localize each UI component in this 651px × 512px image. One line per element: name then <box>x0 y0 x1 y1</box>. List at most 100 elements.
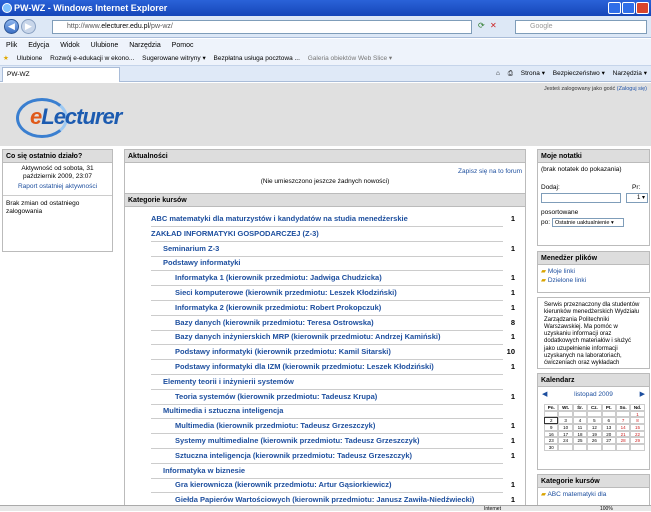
calendar-month[interactable]: listopad 2009 <box>538 391 649 398</box>
category-link[interactable]: Teoria systemów (kierownik przedmiotu: T… <box>175 390 377 404</box>
subscribe-link[interactable]: Zapisz się na to forum <box>458 168 522 175</box>
notes-sort-select[interactable]: Ostatnie uaktualnienie ▾ <box>552 218 624 227</box>
calendar-day[interactable]: 16 <box>544 430 559 438</box>
calendar-day[interactable]: 8 <box>630 417 645 425</box>
calendar-day[interactable]: 3 <box>558 417 573 425</box>
site-logo[interactable]: eLecturer <box>30 104 122 130</box>
category-row[interactable]: Elementy teorii i inżynierii systemów <box>125 375 525 390</box>
cmd-safety[interactable]: Bezpieczeństwo ▾ <box>553 70 605 77</box>
category-row[interactable]: Informatyka w biznesie <box>125 464 525 479</box>
category-link[interactable]: Gra kierownicza (kierownik przedmiotu: A… <box>175 478 391 492</box>
category-link[interactable]: Podstawy informatyki <box>163 256 241 270</box>
back-button[interactable]: ◀ <box>4 19 19 34</box>
category-row[interactable]: Bazy danych inżynierskich MRP (kierownik… <box>125 330 525 345</box>
calendar-day[interactable]: 29 <box>630 437 645 445</box>
notes-add-input[interactable] <box>541 193 621 203</box>
category-row[interactable]: Bazy danych (kierownik przedmiotu: Teres… <box>125 316 525 331</box>
status-zoom[interactable]: 100% <box>600 506 613 512</box>
calendar-day[interactable]: 25 <box>572 437 588 445</box>
cmd-tools[interactable]: Narzędzia ▾ <box>613 70 647 77</box>
category-link[interactable]: Informatyka w biznesie <box>163 464 245 478</box>
shared-links-item[interactable]: ▰ Dzielone linki <box>541 276 646 285</box>
my-links-item[interactable]: ▰ Moje linki <box>541 267 646 276</box>
print-icon[interactable]: ⎙ <box>508 70 513 77</box>
favorite-link-1[interactable]: Rozwój e-edukacji w ekono... <box>50 55 134 62</box>
calendar-day[interactable]: 13 <box>601 424 616 431</box>
search-input[interactable]: Google <box>515 20 647 34</box>
favorites-star-icon[interactable]: ★ <box>3 55 9 62</box>
calendar-day[interactable]: 17 <box>558 430 573 438</box>
category-link[interactable]: Sztuczna inteligencja (kierownik przedmi… <box>175 449 412 463</box>
category-row[interactable]: Gra kierownicza (kierownik przedmiotu: A… <box>125 478 525 493</box>
minimize-button[interactable] <box>608 2 621 14</box>
favorite-link-2[interactable]: Sugerowane witryny ▾ <box>142 55 206 62</box>
calendar-day[interactable]: 9 <box>544 424 559 431</box>
category-link[interactable]: Systemy multimedialne (kierownik przedmi… <box>175 434 420 448</box>
calendar-day[interactable]: 21 <box>615 430 631 438</box>
calendar-day[interactable]: 22 <box>630 430 645 438</box>
maximize-button[interactable] <box>622 2 635 14</box>
category-row[interactable]: Teoria systemów (kierownik przedmiotu: T… <box>125 390 525 405</box>
category-link[interactable]: Elementy teorii i inżynierii systemów <box>163 375 294 389</box>
category-row[interactable]: Informatyka 1 (kierownik przedmiotu: Jad… <box>125 271 525 286</box>
category-row[interactable]: Seminarium Z-3 1 <box>125 242 525 257</box>
category-row[interactable]: Podstawy informatyki <box>125 256 525 271</box>
calendar-day[interactable]: 12 <box>587 424 602 431</box>
category-row[interactable]: Sztuczna inteligencja (kierownik przedmi… <box>125 449 525 464</box>
forward-button[interactable]: ▶ <box>21 19 36 34</box>
calendar-day[interactable]: 2 <box>544 417 559 425</box>
menu-tools[interactable]: Narzędzia <box>129 42 161 49</box>
calendar-day[interactable]: 5 <box>587 417 602 425</box>
category-link[interactable]: Bazy danych inżynierskich MRP (kierownik… <box>175 330 440 344</box>
category-link[interactable]: Multimedia (kierownik przedmiotu: Tadeus… <box>175 419 375 433</box>
menu-file[interactable]: Plik <box>6 42 17 49</box>
cmd-page[interactable]: Strona ▾ <box>521 70 545 77</box>
calendar-day[interactable]: 20 <box>601 430 616 438</box>
menu-view[interactable]: Widok <box>60 42 79 49</box>
tab-pw-wz[interactable]: PW-WZ <box>2 67 120 82</box>
calendar-day[interactable]: 11 <box>572 424 588 431</box>
login-link[interactable]: (Zaloguj się) <box>617 86 647 92</box>
activity-report-link[interactable]: Raport ostatniej aktywności <box>3 183 112 193</box>
category-link[interactable]: Seminarium Z-3 <box>163 242 219 256</box>
notes-priority-select[interactable]: 1 ▾ <box>626 193 648 203</box>
menu-edit[interactable]: Edycja <box>28 42 49 49</box>
calendar-day[interactable]: 4 <box>572 417 588 425</box>
calendar-day[interactable]: 24 <box>558 437 573 445</box>
category-row[interactable]: Sieci komputerowe (kierownik przedmiotu:… <box>125 286 525 301</box>
category-row[interactable]: Podstawy informatyki dla IZM (kierownik … <box>125 360 525 375</box>
category-link[interactable]: Multimedia i sztuczna inteligencja <box>163 404 283 418</box>
calendar-day[interactable]: 19 <box>587 430 602 438</box>
favorite-link-4[interactable]: Galeria obiektów Web Slice ▾ <box>308 55 392 62</box>
calendar-day[interactable]: 15 <box>630 424 645 431</box>
close-button[interactable] <box>636 2 649 14</box>
favorite-link-3[interactable]: Bezpłatna usługa pocztowa ... <box>214 55 300 62</box>
category-link[interactable]: Informatyka 1 (kierownik przedmiotu: Jad… <box>175 271 382 285</box>
category-link[interactable]: Podstawy informatyki (kierownik przedmio… <box>175 345 391 359</box>
menu-help[interactable]: Pomoc <box>172 42 194 49</box>
category-row[interactable]: Podstawy informatyki (kierownik przedmio… <box>125 345 525 360</box>
category-link[interactable]: ZAKŁAD INFORMATYKI GOSPODARCZEJ (Z-3) <box>151 227 319 241</box>
menu-favorites[interactable]: Ulubione <box>91 42 119 49</box>
category-row[interactable]: Multimedia i sztuczna inteligencja <box>125 404 525 419</box>
calendar-day[interactable]: 6 <box>601 417 616 425</box>
calendar-day[interactable]: 23 <box>544 437 559 445</box>
url-input[interactable]: http://www.electurer.edu.pl/pw-wz/ <box>52 20 472 34</box>
calendar-day[interactable]: 14 <box>615 424 631 431</box>
calendar-day[interactable]: 30 <box>544 444 559 451</box>
calendar-day[interactable]: 18 <box>572 430 588 438</box>
favorites-button[interactable]: Ulubione <box>17 55 43 62</box>
calendar-day[interactable]: 26 <box>587 437 602 445</box>
home-icon[interactable]: ⌂ <box>496 70 500 77</box>
calendar-day[interactable]: 1 <box>630 410 645 418</box>
category-row[interactable]: Informatyka 2 (kierownik przedmiotu: Rob… <box>125 301 525 316</box>
category-link[interactable]: ABC matematyki dla maturzystów i kandyda… <box>151 212 408 226</box>
calendar-next-icon[interactable]: ▶ <box>640 390 645 398</box>
calendar-day[interactable]: 10 <box>558 424 573 431</box>
category-row[interactable]: Systemy multimedialne (kierownik przedmi… <box>125 434 525 449</box>
stop-icon[interactable]: ✕ <box>490 21 497 30</box>
category-link[interactable]: Sieci komputerowe (kierownik przedmiotu:… <box>175 286 397 300</box>
category-row[interactable]: ZAKŁAD INFORMATYKI GOSPODARCZEJ (Z-3) <box>125 227 525 242</box>
category-row[interactable]: Multimedia (kierownik przedmiotu: Tadeus… <box>125 419 525 434</box>
calendar-day[interactable]: 28 <box>615 437 631 445</box>
